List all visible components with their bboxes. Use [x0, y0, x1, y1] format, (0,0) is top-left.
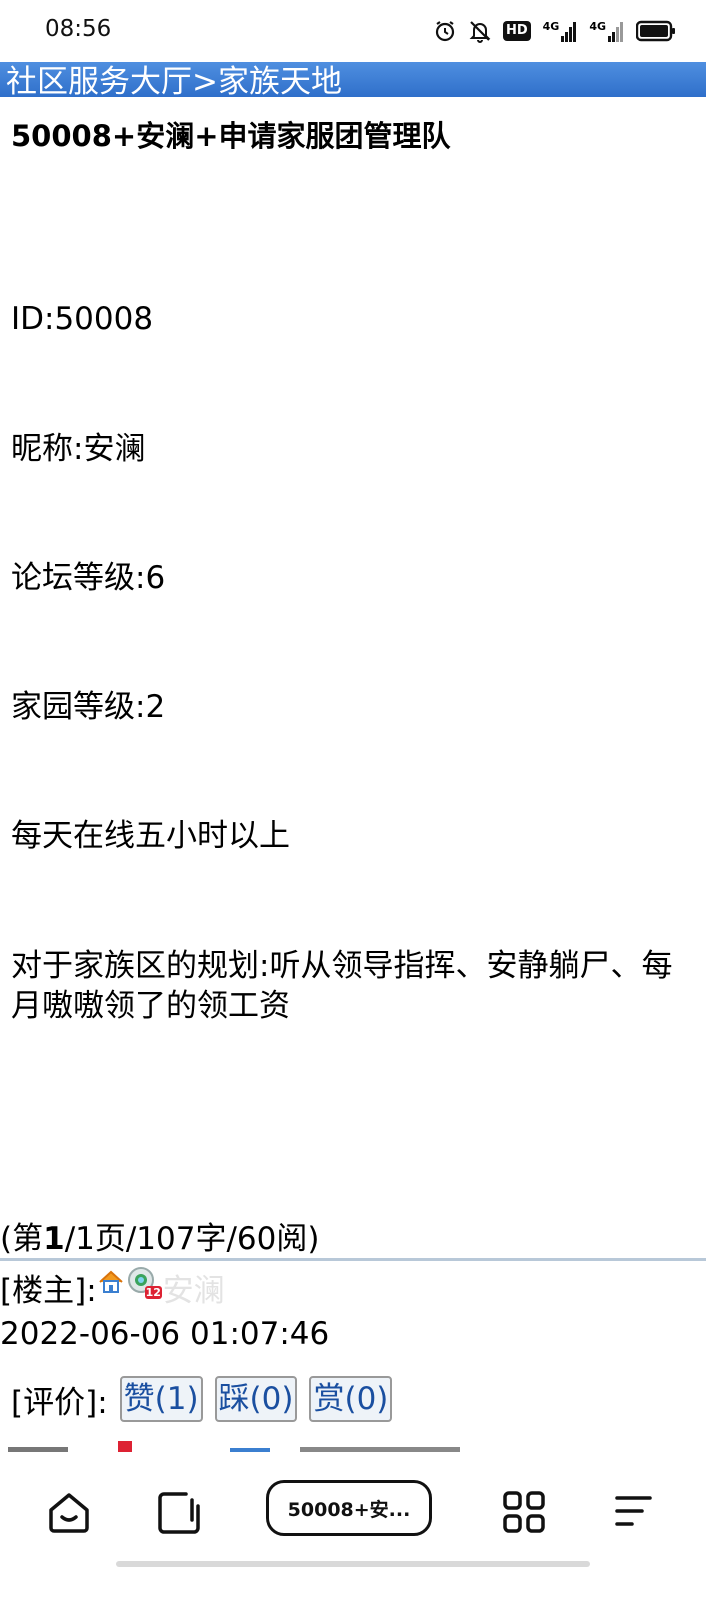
level-badge-icon: 12 [125, 1266, 162, 1302]
page-number: 1 [43, 1221, 65, 1257]
author-row: [楼主]: 12 安澜 [0, 1265, 225, 1309]
current-tab-button[interactable]: 50008+安... [266, 1480, 432, 1536]
reward-button[interactable]: 赏(0) [309, 1376, 393, 1422]
alarm-icon [435, 21, 455, 42]
signal-4g-icon: 4G [589, 20, 624, 42]
battery-icon [636, 20, 675, 42]
menu-icon[interactable] [612, 1490, 656, 1534]
page-info: (第1/1页/107字/60阅) [0, 1213, 319, 1258]
net-label: 4G [589, 20, 606, 33]
author-label: [楼主]: [0, 1272, 97, 1309]
like-button[interactable]: 赞(1) [119, 1376, 203, 1422]
tabs-icon[interactable] [156, 1490, 202, 1536]
hd-label: HD [505, 23, 528, 38]
rating-row: [评价]: 赞(1) 踩(0) 赏(0) [11, 1376, 393, 1422]
post-line-id: ID:50008 [11, 301, 154, 337]
home-icon[interactable] [97, 1268, 125, 1296]
hd-icon: HD [502, 21, 531, 41]
apps-icon[interactable] [502, 1490, 546, 1534]
post-line-plan: 对于家族区的规划:听从领导指挥、安静躺尸、每月嗷嗷领了的领工资 [11, 948, 673, 1024]
rating-label: [评价]: [11, 1384, 108, 1421]
post-line-home-level: 家园等级:2 [11, 689, 166, 725]
signal-4g-icon: 4G [543, 20, 578, 42]
post-timestamp: 2022-06-06 01:07:46 [0, 1316, 330, 1352]
breadcrumb: 社区服务大厅>家族天地 [6, 62, 342, 97]
page-info-suffix: /1页/107字/60阅) [64, 1221, 320, 1257]
level-badge-text: 12 [144, 1286, 162, 1299]
home-icon[interactable] [46, 1490, 92, 1536]
breadcrumb-home-link[interactable]: 社区服务大厅 [6, 64, 192, 97]
current-tab-title: 50008+安... [287, 1498, 411, 1521]
breadcrumb-bar: 社区服务大厅>家族天地 [0, 62, 706, 97]
page-info-prefix: (第 [0, 1221, 44, 1257]
net-label: 4G [542, 20, 560, 33]
browser-bottom-bar: 50008+安... [0, 1462, 720, 1600]
post-line-nickname: 昵称:安澜 [11, 431, 146, 467]
status-time: 08:56 [45, 16, 112, 42]
breadcrumb-separator: > [192, 64, 218, 97]
bell-off-icon [469, 21, 491, 43]
dislike-button[interactable]: 踩(0) [214, 1376, 298, 1422]
divider [0, 1258, 706, 1261]
post-title: 50008+安澜+申请家服团管理队 [11, 119, 451, 153]
post-line-forum-level: 论坛等级:6 [11, 560, 166, 596]
cutoff-content [0, 1438, 706, 1452]
author-name-link[interactable]: 安澜 [163, 1265, 225, 1310]
status-bar: 08:56 HD 4G 4G [0, 0, 720, 62]
breadcrumb-current-link[interactable]: 家族天地 [218, 64, 342, 97]
gesture-handle[interactable] [116, 1561, 590, 1567]
status-icons: HD 4G 4G [433, 17, 676, 45]
post-line-online: 每天在线五小时以上 [11, 818, 290, 854]
